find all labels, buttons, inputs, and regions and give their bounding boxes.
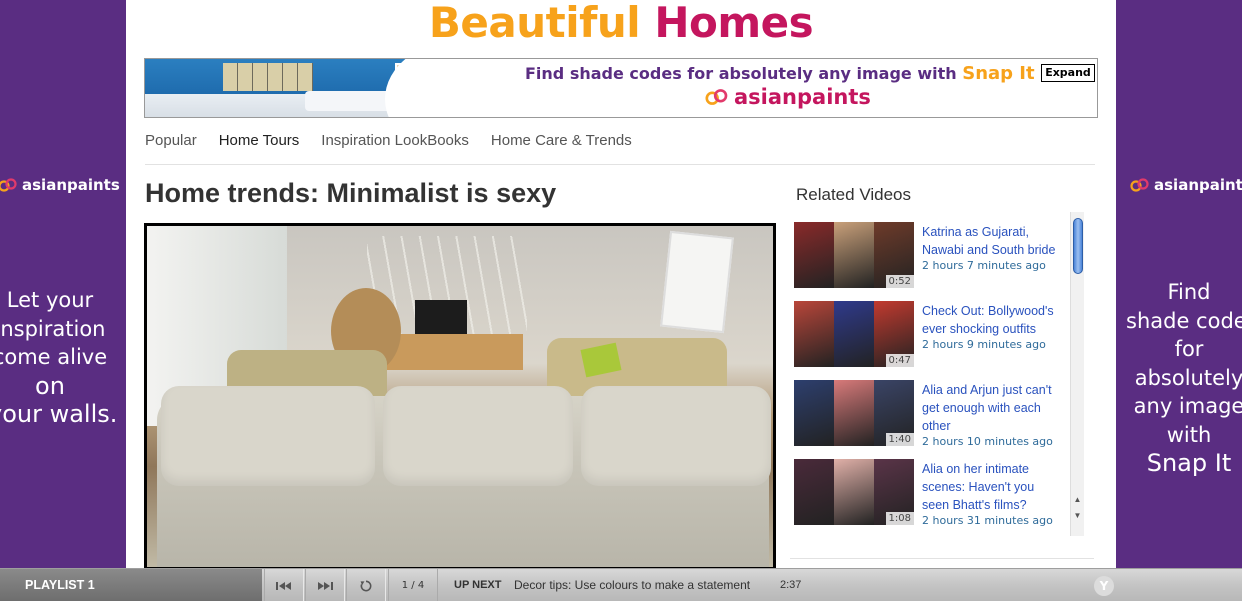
related-video-info: Check Out: Bollywood's ever shocking out… xyxy=(922,302,1064,352)
ad-line: Find xyxy=(1167,280,1211,304)
site-logo[interactable]: Beautiful Homes xyxy=(126,0,1116,46)
nav-item-popular[interactable]: Popular xyxy=(145,132,197,149)
related-video-thumbnail[interactable]: 1:40 xyxy=(794,380,914,446)
related-video-info: Katrina as Gujarati, Nawabi and South br… xyxy=(922,223,1064,273)
video-frame xyxy=(147,226,773,567)
right-side-ad[interactable]: asianpaints Find shade codes for absolut… xyxy=(1116,0,1242,570)
related-video-thumbnail[interactable]: 0:52 xyxy=(794,222,914,288)
skip-previous-icon xyxy=(276,581,291,590)
brand-name: asianpaints xyxy=(1154,176,1242,194)
left-ad-copy: Let your inspiration come alive on your … xyxy=(0,286,118,429)
playlist-position: 1 / 4 xyxy=(388,569,438,601)
banner-asianpaints-logo: asianpaints xyxy=(705,85,871,109)
related-video-item[interactable]: 1:40 Alia and Arjun just can't get enough… xyxy=(794,380,1066,459)
brand-name: asianpaints xyxy=(22,176,120,194)
related-video-title-link[interactable]: Katrina as Gujarati, Nawabi and South br… xyxy=(922,223,1064,259)
expand-button[interactable]: Expand xyxy=(1041,64,1095,82)
related-video-info: Alia on her intimate scenes: Haven't you… xyxy=(922,460,1064,528)
related-video-timestamp: 2 hours 7 minutes ago xyxy=(922,259,1046,272)
ad-line: with xyxy=(1166,422,1212,447)
video-duration-badge: 1:40 xyxy=(885,433,914,446)
main-content: Beautiful Homes Find shade codes for abs… xyxy=(126,0,1116,570)
ad-line: absolutely xyxy=(1134,365,1242,390)
ad-line: any image xyxy=(1133,394,1242,418)
asianpaints-mark-icon xyxy=(705,87,729,107)
banner-brand-name: asianpaints xyxy=(734,85,871,109)
related-video-thumbnail[interactable]: 1:08 xyxy=(794,459,914,525)
banner-ad[interactable]: Find shade codes for absolutely any imag… xyxy=(144,58,1098,118)
asianpaints-logo: asianpaints xyxy=(0,176,120,194)
right-ad-copy: Find shade codes for absolutely any imag… xyxy=(1126,278,1242,478)
banner-text: Find shade codes for absolutely any imag… xyxy=(525,64,957,83)
left-side-ad[interactable]: asianpaints Let your inspiration come al… xyxy=(0,0,126,570)
related-scrollbar[interactable]: ▲ ▼ xyxy=(1070,212,1084,536)
site-title-part1: Beautiful xyxy=(428,0,641,47)
loop-button[interactable] xyxy=(346,569,386,601)
related-video-timestamp: 2 hours 31 minutes ago xyxy=(922,514,1053,527)
banner-headline: Find shade codes for absolutely any imag… xyxy=(525,63,1035,84)
related-video-title-link[interactable]: Alia on her intimate scenes: Haven't you… xyxy=(922,460,1064,514)
asianpaints-mark-icon xyxy=(1130,177,1150,193)
main-nav: Popular Home Tours Inspiration LookBooks… xyxy=(145,132,632,149)
related-video-item[interactable]: 0:47 Check Out: Bollywood's ever shocking… xyxy=(794,301,1066,380)
related-video-item[interactable]: 1:08 Alia on her intimate scenes: Haven't… xyxy=(794,459,1066,534)
asianpaints-logo: asianpaints xyxy=(1130,176,1242,194)
skip-next-icon xyxy=(318,581,333,590)
related-video-title-link[interactable]: Check Out: Bollywood's ever shocking out… xyxy=(922,302,1064,338)
ad-line: come alive xyxy=(0,345,108,369)
ad-line-bold: Snap It xyxy=(1146,449,1232,477)
playlist-button[interactable]: PLAYLIST 1 xyxy=(0,569,262,601)
previous-track-button[interactable] xyxy=(264,569,304,601)
banner-highlight: Snap It xyxy=(962,63,1035,84)
related-videos-title: Related Videos xyxy=(796,185,911,204)
related-video-timestamp: 2 hours 10 minutes ago xyxy=(922,435,1053,448)
related-divider xyxy=(790,558,1094,559)
video-duration-badge: 0:47 xyxy=(885,354,914,367)
related-video-item[interactable]: 0:52 Katrina as Gujarati, Nawabi and Sout… xyxy=(794,222,1066,301)
loop-icon xyxy=(360,580,372,591)
related-video-title-link[interactable]: Alia and Arjun just can't get enough wit… xyxy=(922,381,1064,435)
related-video-info: Alia and Arjun just can't get enough wit… xyxy=(922,381,1064,449)
video-player[interactable] xyxy=(144,223,776,570)
player-bar: PLAYLIST 1 1 / 4 UP NEXT Decor tips: Use… xyxy=(0,568,1242,601)
asianpaints-mark-icon xyxy=(0,177,18,193)
ad-line: shade codes xyxy=(1126,308,1242,333)
article-headline: Home trends: Minimalist is sexy xyxy=(145,178,557,208)
video-duration-badge: 0:52 xyxy=(885,275,914,288)
related-video-timestamp: 2 hours 9 minutes ago xyxy=(922,338,1046,351)
scroll-up-arrow-icon[interactable]: ▲ xyxy=(1071,494,1084,506)
ad-line-bold: on xyxy=(35,371,65,400)
up-next-label: UP NEXT xyxy=(454,579,502,591)
nav-item-inspiration-lookbooks[interactable]: Inspiration LookBooks xyxy=(321,132,469,149)
scrollbar-thumb[interactable] xyxy=(1073,218,1083,274)
site-title-part2: Homes xyxy=(654,0,814,47)
nav-item-home-tours[interactable]: Home Tours xyxy=(219,132,300,149)
up-next-title[interactable]: Decor tips: Use colours to make a statem… xyxy=(514,569,750,601)
banner-room-image xyxy=(145,59,505,117)
nav-item-home-care-trends[interactable]: Home Care & Trends xyxy=(491,132,632,149)
related-video-thumbnail[interactable]: 0:47 xyxy=(794,301,914,367)
ad-line: Let your xyxy=(6,288,94,312)
ad-line: inspiration xyxy=(0,316,106,341)
ad-line: for xyxy=(1174,337,1204,361)
ad-line-bold: your walls. xyxy=(0,400,118,428)
player-logo-icon: Y xyxy=(1094,576,1114,596)
next-track-button[interactable] xyxy=(305,569,345,601)
nav-divider xyxy=(145,164,1095,165)
related-videos-list: 0:52 Katrina as Gujarati, Nawabi and Sout… xyxy=(794,222,1066,534)
video-duration-badge: 1:08 xyxy=(885,512,914,525)
up-next-duration: 2:37 xyxy=(780,579,802,591)
scroll-down-arrow-icon[interactable]: ▼ xyxy=(1071,510,1084,522)
